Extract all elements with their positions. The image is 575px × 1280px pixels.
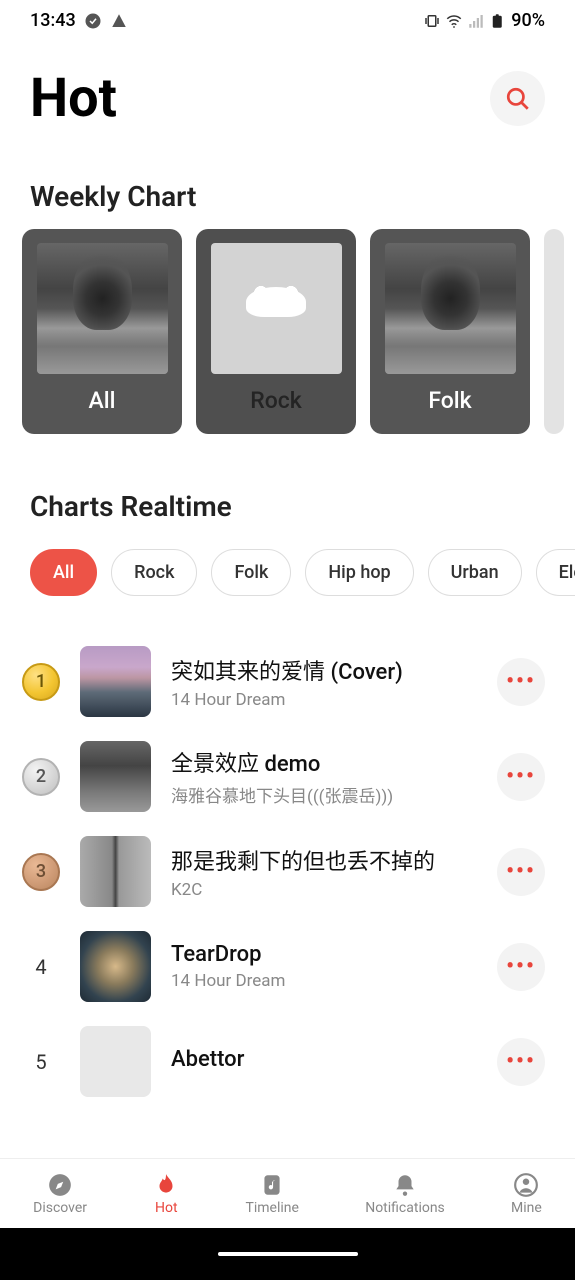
song-artist: 海雅谷慕地下头目(((张震岳))) bbox=[171, 782, 477, 807]
song-artist: 14 Hour Dream bbox=[171, 971, 477, 991]
home-bar[interactable] bbox=[218, 1252, 358, 1256]
page-title: Hot bbox=[30, 67, 117, 130]
rank: 5 bbox=[22, 1050, 60, 1074]
song-info: Abettor bbox=[171, 1047, 477, 1076]
chart-card-peek[interactable] bbox=[544, 229, 564, 434]
nav-timeline[interactable]: Timeline bbox=[246, 1172, 299, 1216]
song-title: 突如其来的爱情 (Cover) bbox=[171, 654, 477, 686]
battery-percent: 90% bbox=[511, 10, 545, 31]
song-artist: 14 Hour Dream bbox=[171, 690, 477, 710]
rank: 2 bbox=[22, 758, 60, 796]
nav-notifications[interactable]: Notifications bbox=[365, 1172, 445, 1216]
rank-number: 4 bbox=[35, 955, 46, 979]
bell-icon bbox=[392, 1172, 418, 1198]
battery-icon bbox=[489, 12, 507, 30]
search-icon bbox=[505, 86, 531, 112]
home-indicator bbox=[0, 1228, 575, 1280]
signal-icon bbox=[467, 12, 485, 30]
song-title: 那是我剩下的但也丢不掉的 bbox=[171, 844, 477, 876]
chart-label: All bbox=[89, 387, 116, 414]
music-note-icon bbox=[259, 1172, 285, 1198]
bottom-nav: Discover Hot Timeline Notifications Mine bbox=[0, 1158, 575, 1228]
rank: 1 bbox=[22, 663, 60, 701]
chart-image bbox=[211, 243, 342, 374]
vibrate-icon bbox=[423, 12, 441, 30]
genre-chip-hiphop[interactable]: Hip hop bbox=[305, 549, 413, 596]
song-title: Abettor bbox=[171, 1047, 477, 1072]
chart-image bbox=[37, 243, 168, 374]
chart-card-folk[interactable]: Folk bbox=[370, 229, 530, 434]
song-row[interactable]: 4 TearDrop 14 Hour Dream ••• bbox=[14, 919, 561, 1014]
status-bar: 13:43 90% bbox=[0, 0, 575, 37]
song-info: 突如其来的爱情 (Cover) 14 Hour Dream bbox=[171, 654, 477, 710]
more-button[interactable]: ••• bbox=[497, 943, 545, 991]
genre-chip-folk[interactable]: Folk bbox=[211, 549, 291, 596]
rank-badge-gold: 1 bbox=[22, 663, 60, 701]
rank-badge-bronze: 3 bbox=[22, 853, 60, 891]
song-row[interactable]: 5 Abettor ••• bbox=[14, 1014, 561, 1109]
song-artist: K2C bbox=[171, 880, 477, 900]
rank: 3 bbox=[22, 853, 60, 891]
realtime-title: Charts Realtime bbox=[0, 434, 575, 539]
chart-label: Rock bbox=[250, 387, 302, 414]
check-circle-icon bbox=[84, 12, 102, 30]
status-left: 13:43 bbox=[30, 10, 128, 31]
search-button[interactable] bbox=[490, 71, 545, 126]
rank-badge-silver: 2 bbox=[22, 758, 60, 796]
nav-label: Hot bbox=[155, 1200, 178, 1216]
nav-hot[interactable]: Hot bbox=[153, 1172, 179, 1216]
flame-icon bbox=[153, 1172, 179, 1198]
status-time: 13:43 bbox=[30, 10, 76, 31]
nav-discover[interactable]: Discover bbox=[33, 1172, 87, 1216]
album-art bbox=[80, 646, 151, 717]
nav-label: Timeline bbox=[246, 1200, 299, 1216]
album-art bbox=[80, 836, 151, 907]
album-art bbox=[80, 741, 151, 812]
nav-label: Discover bbox=[33, 1200, 87, 1216]
warning-icon bbox=[110, 12, 128, 30]
weekly-chart-cards: All Rock Folk bbox=[0, 229, 575, 434]
chart-card-rock[interactable]: Rock bbox=[196, 229, 356, 434]
genre-chips: All Rock Folk Hip hop Urban Electron bbox=[0, 539, 575, 604]
more-button[interactable]: ••• bbox=[497, 753, 545, 801]
status-right: 90% bbox=[423, 10, 545, 31]
more-button[interactable]: ••• bbox=[497, 1038, 545, 1086]
chart-image bbox=[385, 243, 516, 374]
nav-mine[interactable]: Mine bbox=[511, 1172, 542, 1216]
song-title: TearDrop bbox=[171, 942, 477, 967]
album-art bbox=[80, 1026, 151, 1097]
album-art bbox=[80, 931, 151, 1002]
genre-chip-all[interactable]: All bbox=[30, 549, 97, 596]
person-icon bbox=[513, 1172, 539, 1198]
wifi-icon bbox=[445, 12, 463, 30]
more-button[interactable]: ••• bbox=[497, 658, 545, 706]
song-info: 全景效应 demo 海雅谷慕地下头目(((张震岳))) bbox=[171, 746, 477, 807]
song-title: 全景效应 demo bbox=[171, 746, 477, 778]
song-row[interactable]: 3 那是我剩下的但也丢不掉的 K2C ••• bbox=[14, 824, 561, 919]
song-info: TearDrop 14 Hour Dream bbox=[171, 942, 477, 991]
weekly-chart-title: Weekly Chart bbox=[0, 140, 575, 229]
more-button[interactable]: ••• bbox=[497, 848, 545, 896]
rank: 4 bbox=[22, 955, 60, 979]
chart-card-all[interactable]: All bbox=[22, 229, 182, 434]
page-header: Hot bbox=[0, 37, 575, 140]
genre-chip-rock[interactable]: Rock bbox=[111, 549, 197, 596]
song-info: 那是我剩下的但也丢不掉的 K2C bbox=[171, 844, 477, 900]
nav-label: Mine bbox=[511, 1200, 542, 1216]
song-row[interactable]: 1 突如其来的爱情 (Cover) 14 Hour Dream ••• bbox=[14, 634, 561, 729]
chart-label: Folk bbox=[428, 387, 471, 414]
genre-chip-electronic[interactable]: Electron bbox=[536, 549, 575, 596]
genre-chip-urban[interactable]: Urban bbox=[428, 549, 522, 596]
rank-number: 5 bbox=[35, 1050, 46, 1074]
compass-icon bbox=[47, 1172, 73, 1198]
song-list: 1 突如其来的爱情 (Cover) 14 Hour Dream ••• 2 全景… bbox=[0, 604, 575, 1109]
nav-label: Notifications bbox=[365, 1200, 445, 1216]
song-row[interactable]: 2 全景效应 demo 海雅谷慕地下头目(((张震岳))) ••• bbox=[14, 729, 561, 824]
